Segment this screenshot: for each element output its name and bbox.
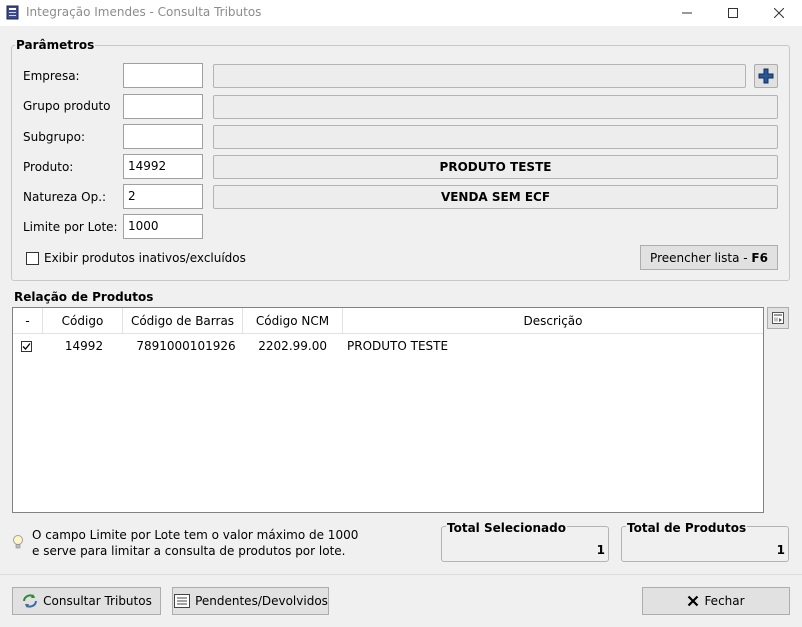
show-inactive-checkbox[interactable] [26, 252, 39, 265]
consult-taxes-label: Consultar Tributos [43, 594, 152, 608]
products-group-label: Relação de Produtos [13, 290, 155, 304]
pending-returned-label: Pendentes/Devolvidos [195, 594, 328, 608]
pending-returned-button[interactable]: Pendentes/Devolvidos [172, 587, 329, 615]
close-window-button[interactable] [756, 0, 802, 26]
grid-header: - Código Código de Barras Código NCM Des… [13, 308, 763, 334]
show-inactive-label: Exibir produtos inativos/excluídos [44, 251, 246, 265]
grid-export-icon [772, 312, 784, 324]
grupo-produto-code-input[interactable] [123, 94, 203, 119]
total-selected-value: 1 [596, 543, 605, 557]
subgrupo-description [213, 125, 778, 149]
natureza-op-description: VENDA SEM ECF [213, 185, 778, 209]
info-line-1: O campo Limite por Lote tem o valor máxi… [32, 528, 359, 542]
total-products-label: Total de Produtos [626, 521, 748, 535]
maximize-button[interactable] [710, 0, 756, 26]
column-header-ncm[interactable]: Código NCM [243, 308, 343, 334]
grid-options-button[interactable] [767, 307, 789, 329]
checked-checkbox-icon[interactable] [20, 340, 32, 352]
grupo-produto-label: Grupo produto [23, 99, 111, 113]
column-header-codigo[interactable]: Código [43, 308, 123, 334]
plus-icon [758, 68, 774, 84]
cell-ncm: 2202.99.00 [258, 339, 327, 353]
fill-list-button-label: Preencher lista - [650, 250, 752, 265]
close-button[interactable]: Fechar [642, 587, 790, 615]
column-header-descricao[interactable]: Descrição [343, 308, 763, 334]
lightbulb-icon [13, 535, 23, 549]
products-grid[interactable]: - Código Código de Barras Código NCM Des… [12, 307, 764, 513]
app-document-icon [6, 5, 19, 20]
limite-lote-label: Limite por Lote: [23, 220, 118, 234]
fill-list-button[interactable]: Preencher lista - F6 [640, 245, 778, 270]
cell-codigo: 14992 [64, 339, 104, 353]
total-products-value: 1 [776, 543, 785, 557]
minimize-button[interactable] [664, 0, 710, 26]
consult-taxes-button[interactable]: Consultar Tributos [12, 587, 161, 615]
close-label: Fechar [704, 594, 745, 608]
cell-descricao: PRODUTO TESTE [347, 339, 449, 353]
produto-label: Produto: [23, 160, 74, 174]
footer-separator [0, 574, 802, 575]
fill-list-shortcut: F6 [751, 250, 768, 265]
close-icon [774, 8, 784, 18]
empresa-description [213, 64, 746, 88]
empresa-code-input[interactable] [123, 63, 203, 88]
add-empresa-button[interactable] [754, 64, 778, 88]
grupo-produto-description [213, 95, 778, 119]
column-header-select[interactable]: - [13, 308, 43, 334]
row-select-cell[interactable] [13, 335, 43, 357]
produto-description: PRODUTO TESTE [213, 155, 778, 179]
produto-code-input[interactable]: 14992 [123, 154, 203, 179]
empresa-label: Empresa: [23, 69, 80, 83]
subgrupo-code-input[interactable] [123, 124, 203, 149]
close-x-icon [688, 595, 699, 607]
limite-lote-input[interactable]: 1000 [123, 214, 203, 239]
natureza-op-label: Natureza Op.: [23, 190, 107, 204]
list-icon [174, 594, 191, 608]
natureza-op-code-input[interactable]: 2 [123, 184, 203, 209]
minimize-icon [682, 12, 692, 14]
refresh-icon [23, 594, 38, 608]
info-line-2: e serve para limitar a consulta de produ… [32, 544, 346, 558]
maximize-icon [728, 8, 738, 18]
column-header-barras[interactable]: Código de Barras [123, 308, 243, 334]
table-row[interactable]: 14992 7891000101926 2202.99.00 PRODUTO T… [13, 335, 763, 357]
cell-barras: 7891000101926 [136, 339, 236, 353]
total-selected-label: Total Selecionado [446, 521, 567, 535]
params-group-label: Parâmetros [15, 38, 96, 52]
title-bar: Integração Imendes - Consulta Tributos [0, 0, 802, 26]
window-title: Integração Imendes - Consulta Tributos [26, 5, 262, 19]
subgrupo-label: Subgrupo: [23, 130, 85, 144]
